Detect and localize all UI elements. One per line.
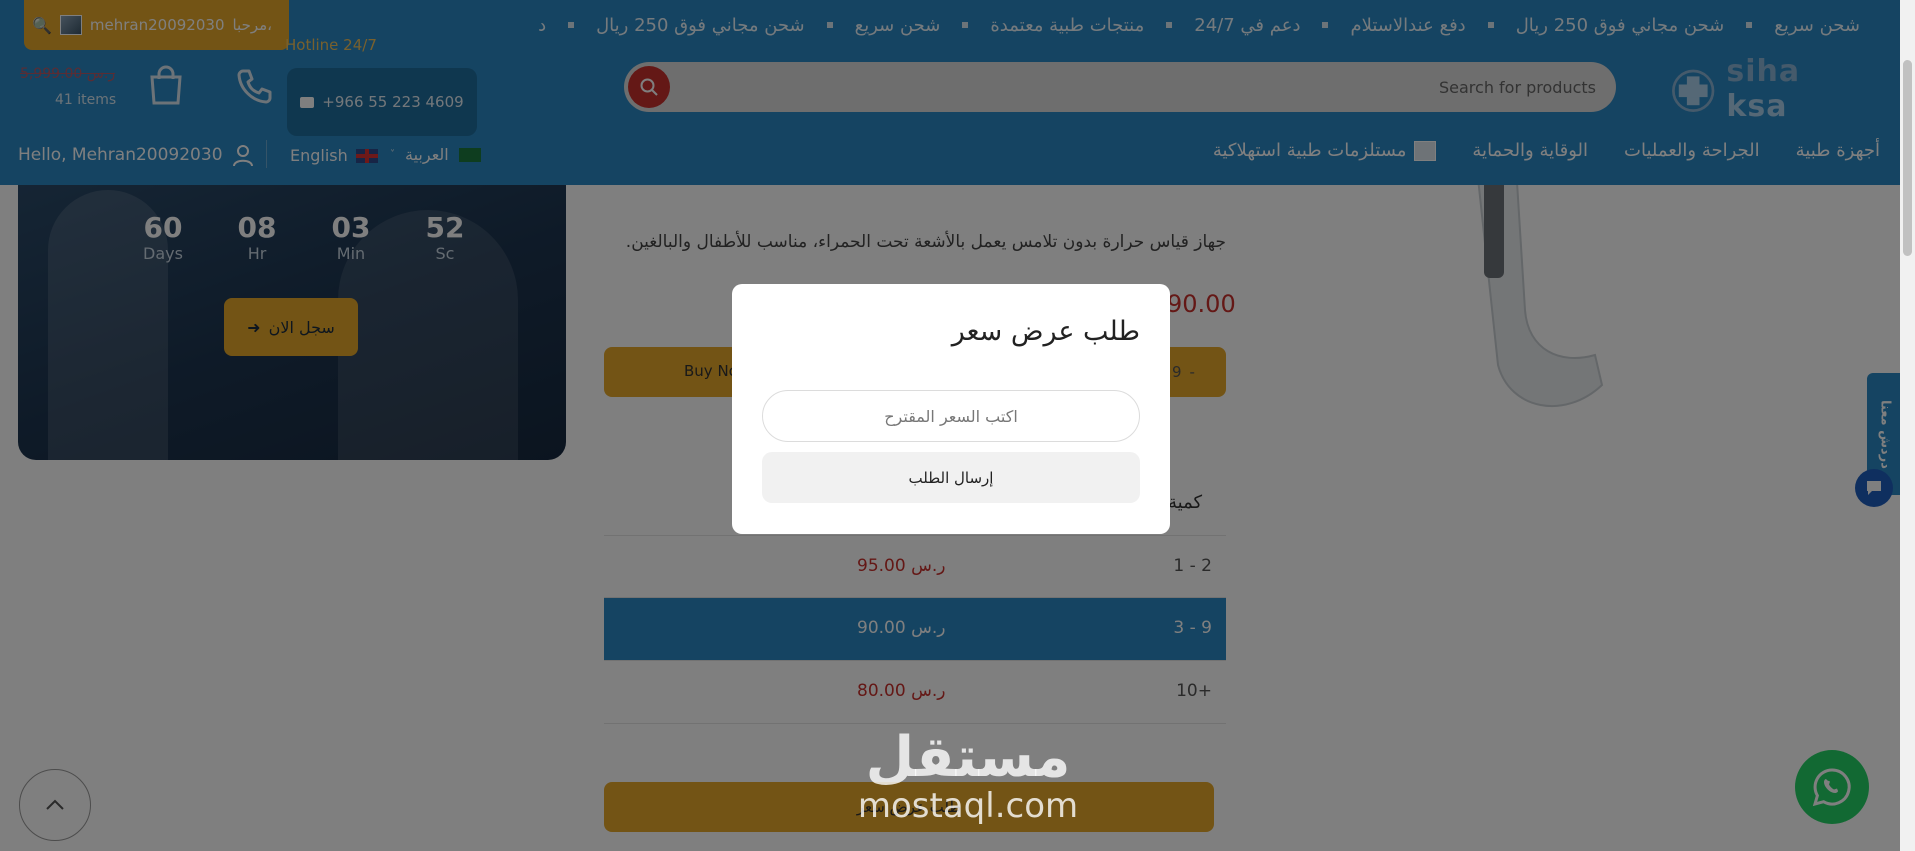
submit-request-button[interactable]: إرسال الطلب	[762, 452, 1140, 503]
modal-title: طلب عرض سعر	[951, 316, 1140, 347]
proposed-price-input[interactable]	[762, 390, 1140, 442]
page-scrollbar[interactable]	[1900, 0, 1915, 851]
scrollbar-thumb[interactable]	[1903, 60, 1912, 256]
quote-request-modal: طلب عرض سعر إرسال الطلب	[732, 284, 1170, 534]
watermark: مستقل mostaql.com	[838, 725, 1098, 826]
watermark-latin: mostaql.com	[857, 786, 1079, 826]
watermark-arabic: مستقل	[865, 725, 1071, 790]
